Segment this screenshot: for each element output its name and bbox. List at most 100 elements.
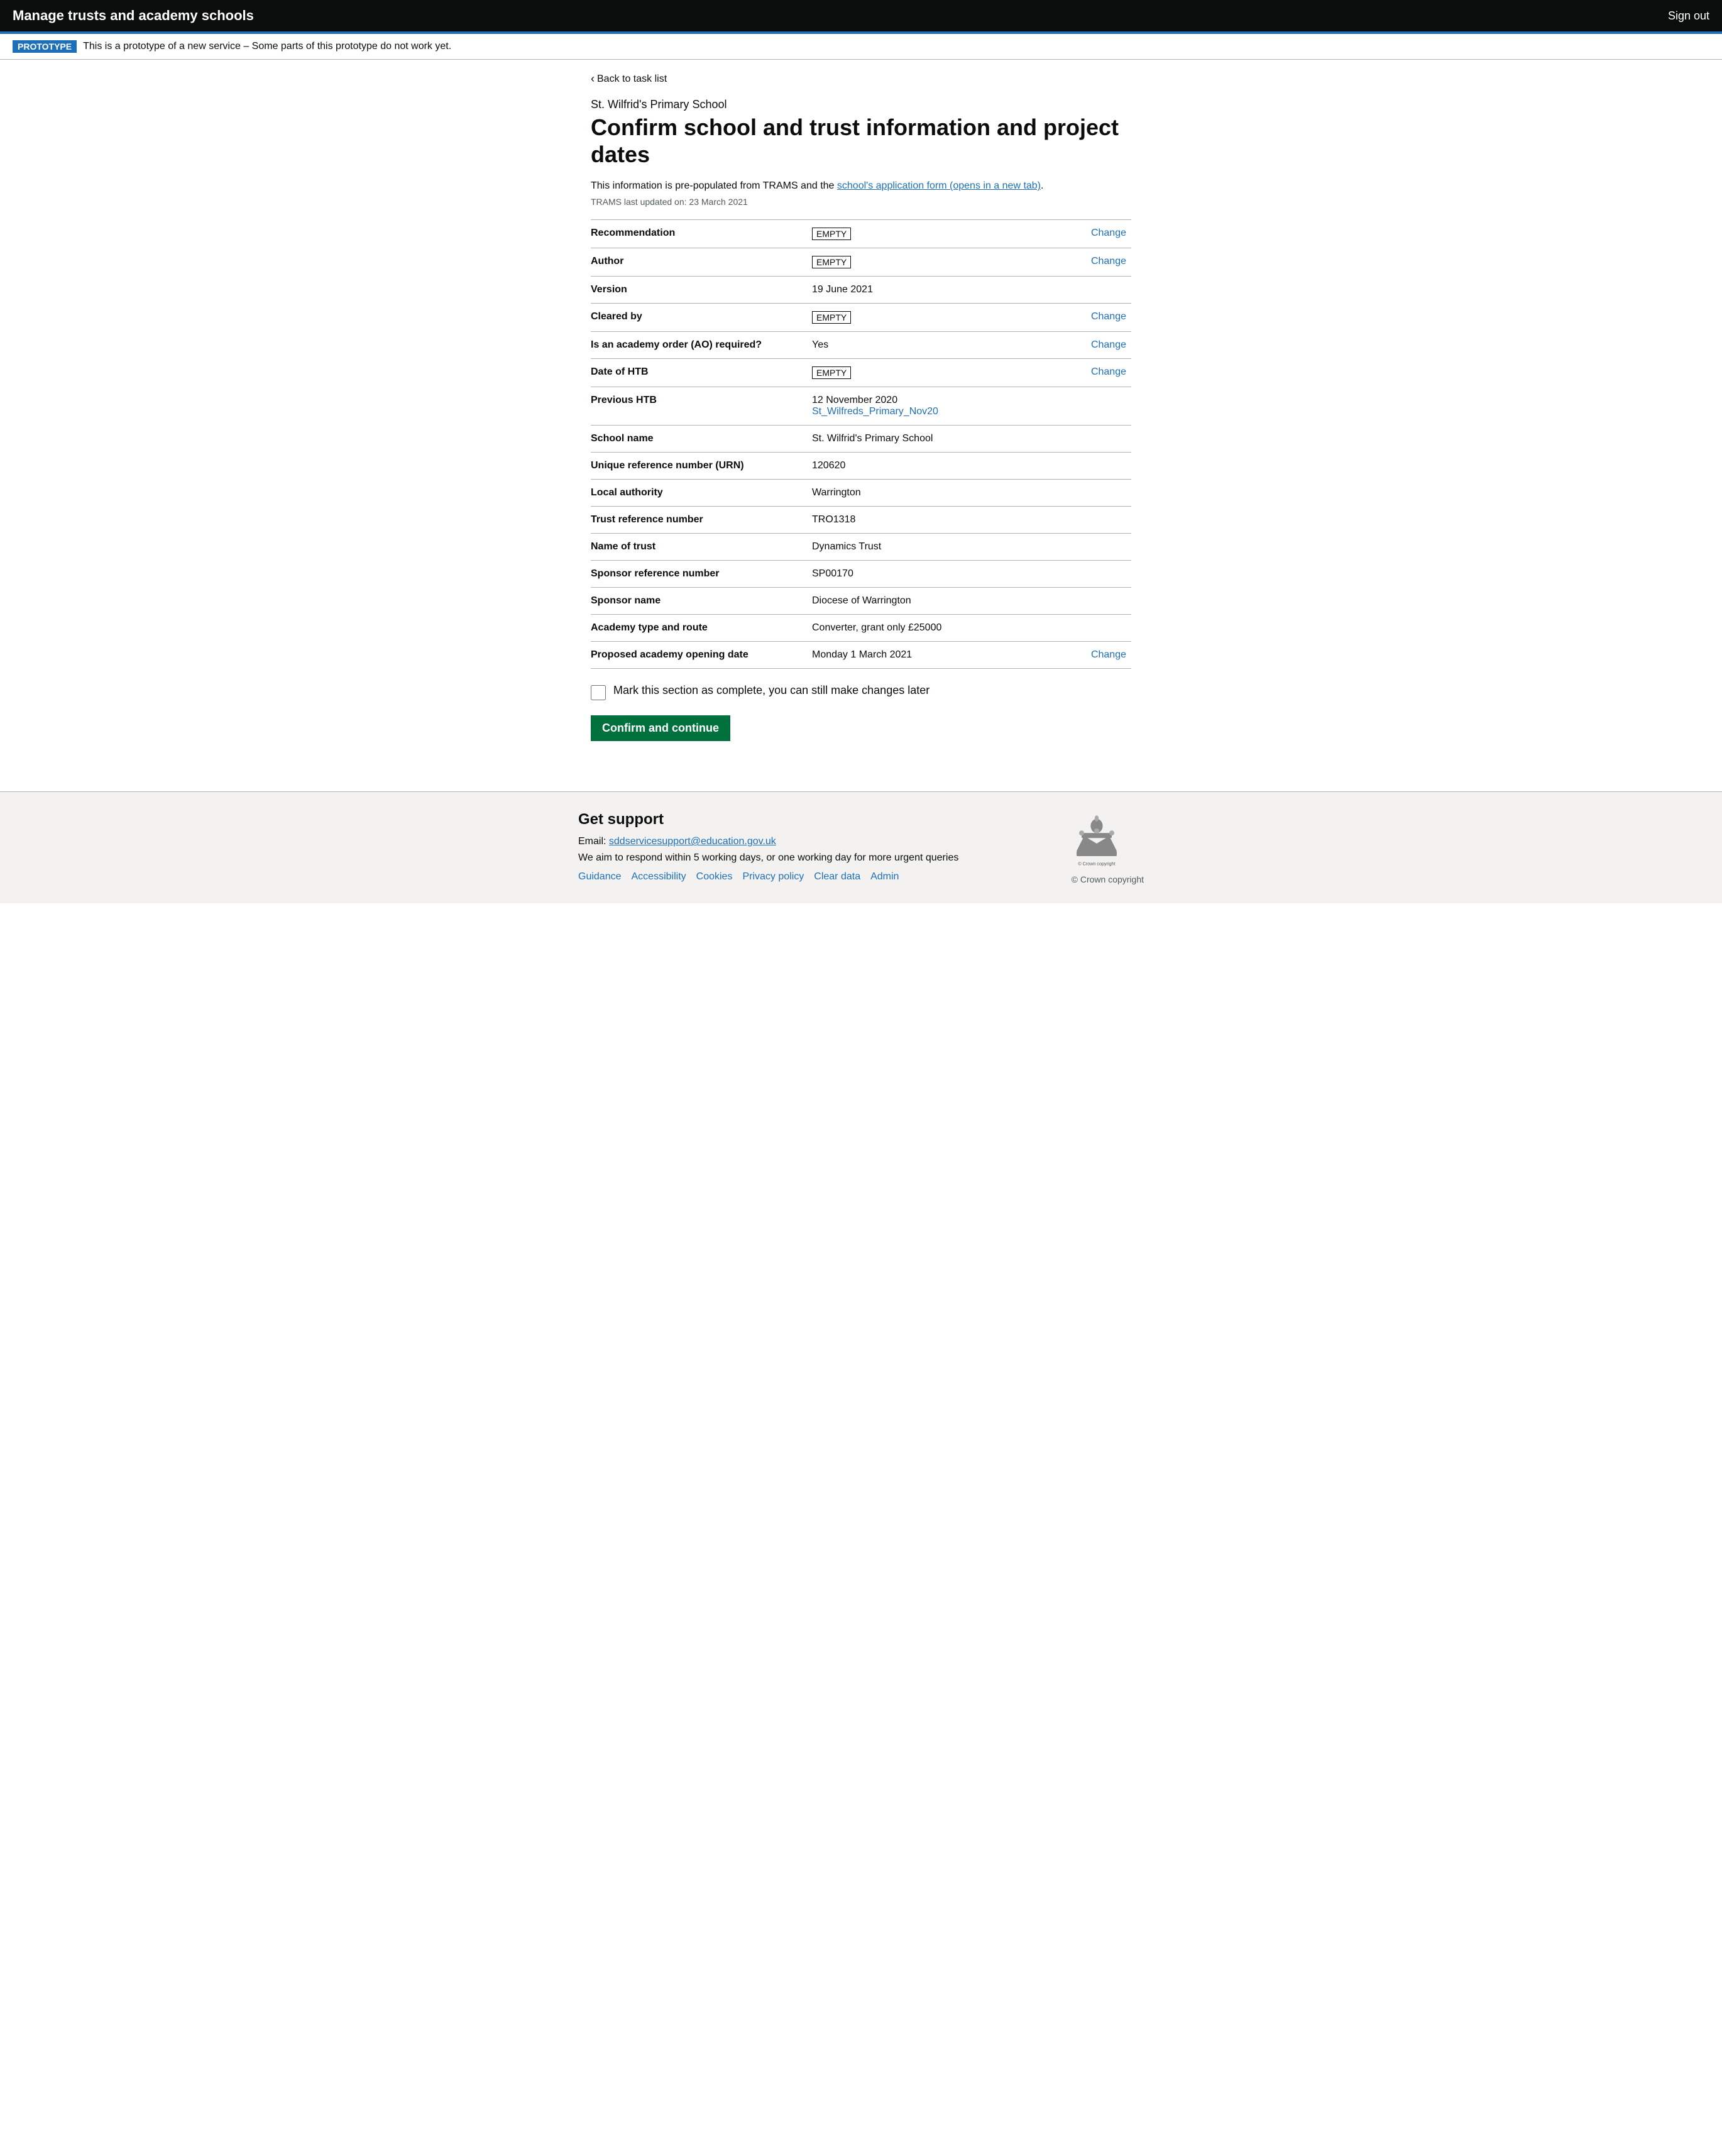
support-email-line: Email: sddservicesupport@education.gov.u… [578,836,958,847]
row-label: Unique reference number (URN) [591,453,807,480]
row-action [1023,426,1131,453]
info-text: This information is pre-populated from T… [591,180,1131,192]
row-value: Diocese of Warrington [807,588,1023,615]
row-value: EMPTY [807,304,1023,332]
row-value: TRO1318 [807,507,1023,534]
row-label: Recommendation [591,220,807,248]
complete-section: Mark this section as complete, you can s… [591,684,1131,700]
footer-link[interactable]: Privacy policy [742,871,804,883]
row-action [1023,615,1131,642]
row-label: Proposed academy opening date [591,642,807,669]
row-label: Sponsor reference number [591,561,807,588]
email-label: Email: [578,836,609,847]
row-label: Previous HTB [591,387,807,426]
row-label: Trust reference number [591,507,807,534]
row-value: SP00170 [807,561,1023,588]
table-row: Local authorityWarrington [591,480,1131,507]
footer-link[interactable]: Accessibility [632,871,686,883]
row-action [1023,534,1131,561]
row-action: Change [1023,642,1131,669]
row-value: Warrington [807,480,1023,507]
copyright-text: © Crown copyright [1078,861,1115,867]
table-row: Academy type and routeConverter, grant o… [591,615,1131,642]
row-action [1023,277,1131,304]
main-content: Back to task list St. Wilfrid's Primary … [578,60,1144,766]
row-value: EMPTY [807,220,1023,248]
row-value: 19 June 2021 [807,277,1023,304]
footer-link[interactable]: Admin [870,871,899,883]
row-action [1023,387,1131,426]
row-label: Is an academy order (AO) required? [591,332,807,359]
row-action: Change [1023,332,1131,359]
confirm-button[interactable]: Confirm and continue [591,715,730,741]
prototype-tag: PROTOTYPE [13,40,77,53]
support-email-link[interactable]: sddservicesupport@education.gov.uk [609,836,776,847]
row-label: Date of HTB [591,359,807,387]
prototype-banner: PROTOTYPE This is a prototype of a new s… [0,31,1722,60]
sign-out-button[interactable]: Sign out [1668,9,1709,23]
copyright-text: © Crown copyright [1072,874,1144,884]
row-action: Change [1023,304,1131,332]
row-value: Yes [807,332,1023,359]
row-action: Change [1023,220,1131,248]
footer-links: Guidance Accessibility Cookies Privacy poli… [578,871,958,883]
row-label: School name [591,426,807,453]
row-value: 120620 [807,453,1023,480]
footer-link[interactable]: Cookies [696,871,733,883]
row-label: Author [591,248,807,277]
trams-updated: TRAMS last updated on: 23 March 2021 [591,197,1131,207]
footer-link[interactable]: Clear data [814,871,860,883]
empty-tag: EMPTY [812,256,851,268]
checkbox-label[interactable]: Mark this section as complete, you can s… [613,684,930,697]
change-link[interactable]: Change [1091,256,1126,267]
table-row: Version19 June 2021 [591,277,1131,304]
row-action [1023,480,1131,507]
row-action: Change [1023,359,1131,387]
change-link[interactable]: Change [1091,366,1126,377]
table-row: Sponsor nameDiocese of Warrington [591,588,1131,615]
school-label: St. Wilfrid's Primary School [591,98,1131,111]
table-row: RecommendationEMPTY Change [591,220,1131,248]
complete-checkbox[interactable] [591,685,606,700]
row-action [1023,453,1131,480]
row-label: Academy type and route [591,615,807,642]
table-row: Trust reference numberTRO1318 [591,507,1131,534]
change-link[interactable]: Change [1091,339,1126,350]
support-heading: Get support [578,811,958,828]
table-row: Proposed academy opening dateMonday 1 Ma… [591,642,1131,669]
table-row: Is an academy order (AO) required?Yes Cha… [591,332,1131,359]
table-row: Author EMPTY Change [591,248,1131,277]
empty-tag: EMPTY [812,311,851,324]
row-action: Change [1023,248,1131,277]
row-value: St. Wilfrid's Primary School [807,426,1023,453]
table-row: Previous HTB12 November 2020St_Wilfreds_… [591,387,1131,426]
table-row: Name of trustDynamics Trust [591,534,1131,561]
change-link[interactable]: Change [1091,228,1126,238]
change-link[interactable]: Change [1091,311,1126,322]
row-action [1023,507,1131,534]
site-title[interactable]: Manage trusts and academy schools [13,8,254,24]
info-table: RecommendationEMPTYChangeAuthorEMPTYChan… [591,219,1131,669]
row-value: 12 November 2020St_Wilfreds_Primary_Nov2… [807,387,1023,426]
row-value: Dynamics Trust [807,534,1023,561]
site-footer: Get support Email: sddservicesupport@edu… [0,791,1722,903]
table-row: Cleared by EMPTY Change [591,304,1131,332]
back-link[interactable]: Back to task list [591,72,667,85]
row-label: Name of trust [591,534,807,561]
change-link[interactable]: Change [1091,649,1126,660]
row-value: EMPTY [807,359,1023,387]
table-row-link[interactable]: St_Wilfreds_Primary_Nov20 [812,406,938,417]
table-row: Sponsor reference numberSP00170 [591,561,1131,588]
info-text-after: . [1041,180,1043,191]
row-label: Local authority [591,480,807,507]
row-action [1023,588,1131,615]
application-form-link[interactable]: school's application form (opens in a ne… [837,180,1041,191]
crown-logo: © Crown copyright [1072,811,1122,866]
support-section: Get support Email: sddservicesupport@edu… [578,811,958,883]
site-header: Manage trusts and academy schools Sign o… [0,0,1722,31]
empty-tag: EMPTY [812,366,851,379]
footer-link[interactable]: Guidance [578,871,622,883]
row-label: Cleared by [591,304,807,332]
crown-logo-section: © Crown copyright © Crown copyright [1072,811,1144,884]
row-value: Monday 1 March 2021 [807,642,1023,669]
